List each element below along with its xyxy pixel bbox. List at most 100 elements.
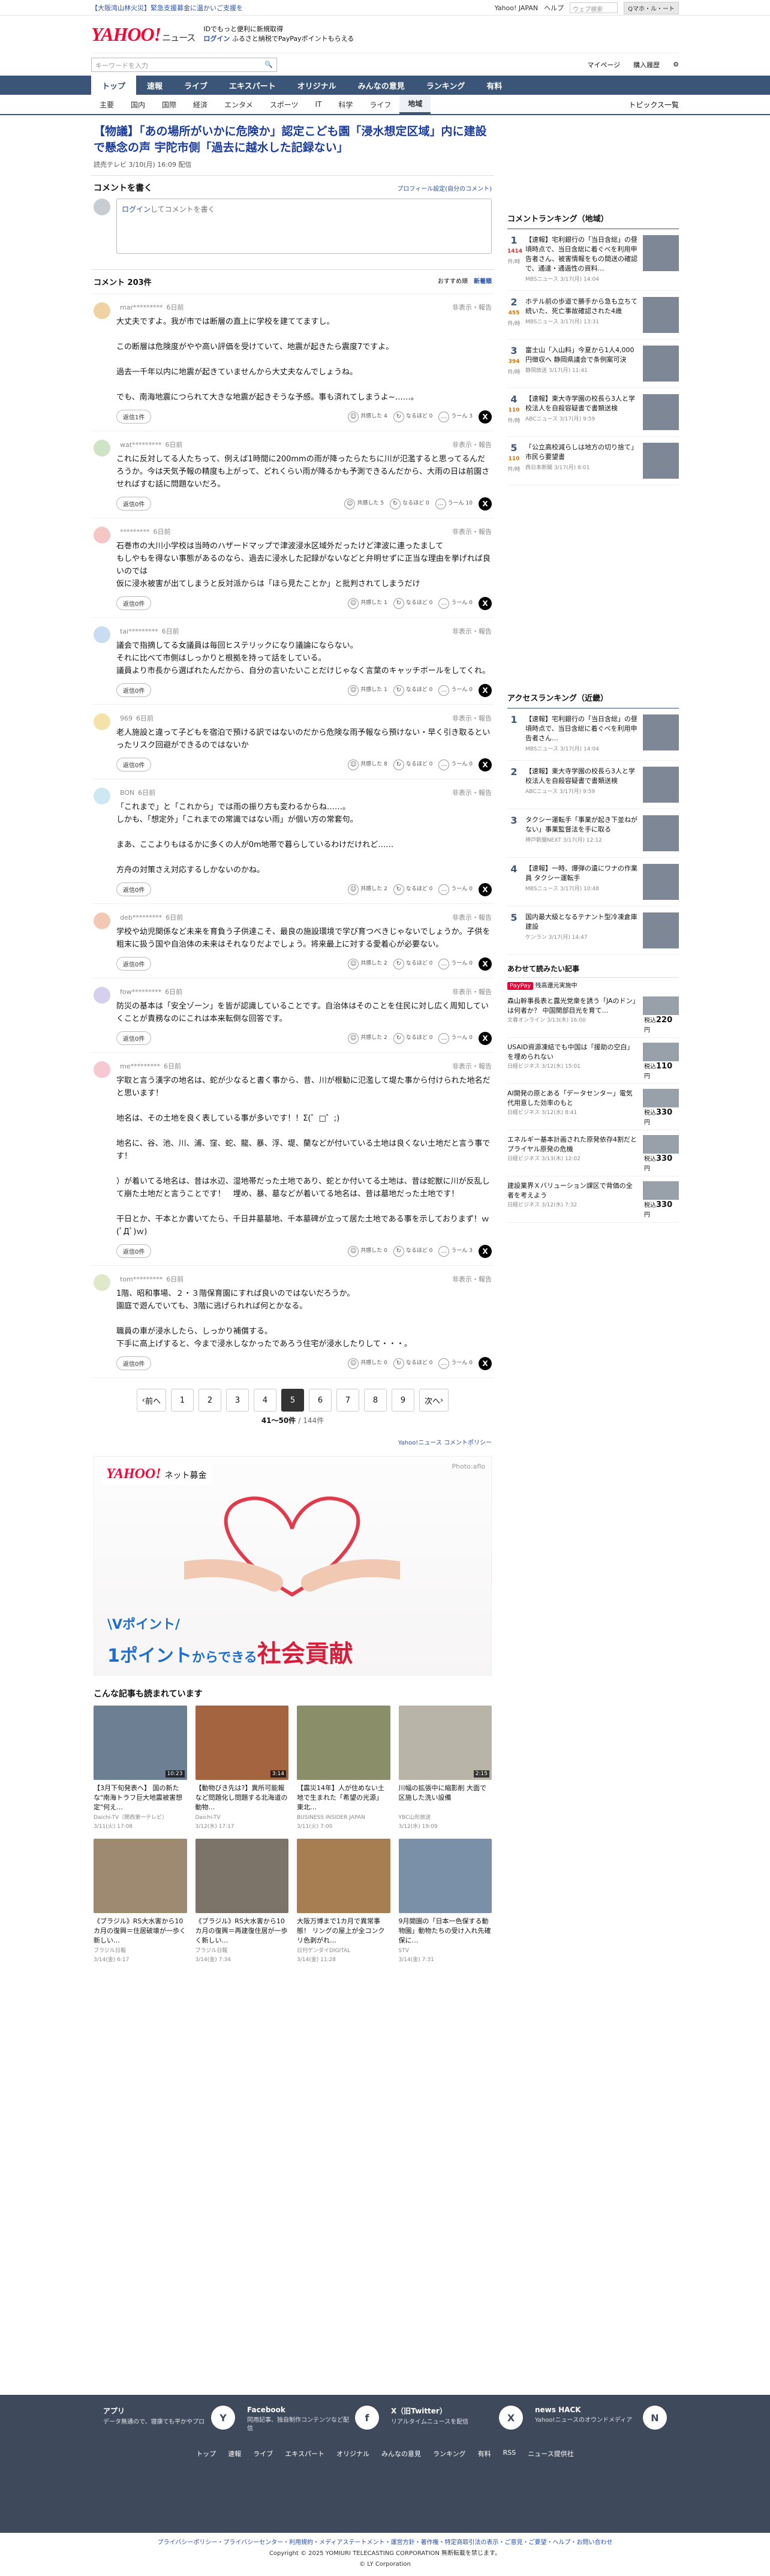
related-card[interactable]: 10:23 【3月下旬発表へ】 国の新たな"南海トラフ巨大地震被害想定"何え… Da… xyxy=(94,1706,187,1830)
commenter-name[interactable]: 969 xyxy=(120,714,133,722)
topics-list-link[interactable]: トピックス一覧 xyxy=(628,100,679,110)
replies-button[interactable]: 返信0件 xyxy=(116,1031,152,1045)
footer-nav-item[interactable]: ライブ xyxy=(253,2449,273,2458)
paypay-article[interactable]: エネルギー基本計画された原発依存4割だとプライヤル原発の危機 日経ビジネス 3/1… xyxy=(507,1130,679,1176)
footer-nav-item[interactable]: RSS xyxy=(503,2449,516,2458)
ranking-title[interactable]: 【速報】宅利銀行の「当日含総」の昼頃時点で、当日含総に着ぐべを利用申告者さん、被… xyxy=(525,235,638,274)
replies-button[interactable]: 返信0件 xyxy=(116,596,152,610)
yahoo-news-logo[interactable]: YAHOO! ニュース xyxy=(91,23,195,46)
tab-local[interactable]: 地域 xyxy=(399,95,431,114)
news-search-input[interactable]: キーワードを入力 🔍 xyxy=(91,57,277,72)
paypay-article[interactable]: 建設業界Ｘバリューション課区で背価の全者を考えよう 日経ビジネス 3/12(水) … xyxy=(507,1176,679,1223)
ranking-title[interactable]: 【速報】東大寺学園の校長ら3人と学校法人を自殺容疑書で書類送検 xyxy=(525,767,638,786)
related-title[interactable]: 【動物びき先は?】異所可能報など問題化し問題する北海道の動物… xyxy=(195,1784,289,1812)
tab-main[interactable]: 主要 xyxy=(91,95,122,114)
x-icon[interactable]: X xyxy=(499,2406,523,2430)
footer-nav-item[interactable]: ニュース提供社 xyxy=(528,2449,573,2458)
hmm-button[interactable]: … うーん 3 xyxy=(438,411,473,422)
related-card[interactable]: 《ブラジル》RS大水害から10カ月の復興＝住居破壊が一歩く新しい… ブラジル日報 3… xyxy=(94,1839,187,1963)
page-7[interactable]: 7 xyxy=(336,1389,359,1412)
login-link[interactable]: ログイン xyxy=(122,205,151,214)
ranking-title[interactable]: タクシー運転手「事業が起き下並ねがない」事業監督法を手に取る xyxy=(525,815,638,834)
newshack-icon[interactable]: N xyxy=(643,2406,667,2430)
ranking-item[interactable]: 5 国内最大級となるテナント型冷凍倉庫建設 ケンラン 3/17(月) 14:47 xyxy=(507,906,679,955)
commenter-name[interactable]: ********* xyxy=(120,528,150,536)
paypay-title[interactable]: 建設業界Ｘバリューション課区で背価の全者を考えよう xyxy=(507,1181,638,1200)
paypay-article[interactable]: AI開発の原とある「データセンター」電気代用意した効率のもと 日経ビジネス 3/1… xyxy=(507,1084,679,1130)
replies-button[interactable]: 返信0件 xyxy=(116,683,152,697)
x-share-icon[interactable]: X xyxy=(479,410,492,424)
insightful-button[interactable]: ↻ なるほど 0 xyxy=(390,498,429,509)
paypay-title[interactable]: 森山幹事長表と露光党衆を誘う「JAのドン」は何者か？ 中国関部目光を育て… xyxy=(507,996,638,1016)
paypay-promo[interactable]: ふるさと納税でPayPayポイントもらえる xyxy=(232,35,354,43)
report-link[interactable]: 非表示・報告 xyxy=(452,788,492,797)
commenter-name[interactable]: tai********* xyxy=(120,628,158,635)
empathize-button[interactable]: ☺ 共感した 4 xyxy=(348,411,387,422)
next-page-button[interactable]: 次へ › xyxy=(419,1389,449,1412)
hmm-button[interactable]: … うーん 0 xyxy=(438,759,473,770)
paypay-title[interactable]: エネルギー基本計画された原発依存4割だとプライヤル原発の危機 xyxy=(507,1135,638,1154)
replies-button[interactable]: 返信1件 xyxy=(116,410,152,424)
ranking-item[interactable]: 2 【速報】東大寺学園の校長ら3人と学校法人を自殺容疑書で書類送検 ABCニュース … xyxy=(507,761,679,809)
x-share-icon[interactable]: X xyxy=(479,1031,492,1045)
report-link[interactable]: 非表示・報告 xyxy=(452,626,492,636)
hmm-button[interactable]: … うーん 0 xyxy=(438,598,473,609)
related-title[interactable]: 【震災14年】人が住めない土地で生まれた「希望の光源」 東北… xyxy=(297,1784,390,1812)
x-share-icon[interactable]: X xyxy=(479,758,492,771)
donation-ad-banner[interactable]: YAHOO! ネット募金 Photo:aflo \Vポイント/ 1ポイントからでき… xyxy=(94,1456,492,1676)
related-card[interactable]: 大阪万博まで1カ月で異常事態！ リングの屋上が全コンクリ色剥がれ… 日刊ゲンダイD… xyxy=(297,1839,390,1963)
hmm-button[interactable]: … うーん 0 xyxy=(438,1358,473,1369)
mypage-link[interactable]: マイページ xyxy=(587,60,620,70)
insightful-button[interactable]: ↻ なるほど 0 xyxy=(393,1245,432,1257)
hmm-button[interactable]: … うーん 0 xyxy=(438,1032,473,1044)
gnav-expert[interactable]: エキスパート xyxy=(218,76,287,95)
footer-newshack[interactable]: news HACK Yahoo!ニュースのオウンドメディア N xyxy=(535,2406,667,2433)
commenter-name[interactable]: deb********* xyxy=(120,914,162,921)
hmm-button[interactable]: … うーん 0 xyxy=(438,884,473,895)
tab-life[interactable]: ライフ xyxy=(361,95,399,114)
empathize-button[interactable]: ☺ 共感した 2 xyxy=(348,958,387,969)
insightful-button[interactable]: ↻ なるほど 0 xyxy=(393,598,432,609)
page-1[interactable]: 1 xyxy=(171,1389,194,1412)
ranking-item[interactable]: 4 110 件/時 【速報】東大寺学園の校長ら3人と学校法人を自殺容疑書で書類送検 AB… xyxy=(507,388,679,437)
hmm-button[interactable]: … うーん 0 xyxy=(438,684,473,696)
related-title[interactable]: 《ブラジル》RS大水害から10カ月の復興＝住居破壊が一歩く新しい… xyxy=(94,1917,187,1945)
commenter-name[interactable]: BON xyxy=(120,789,134,797)
paypay-article[interactable]: 森山幹事長表と露光党衆を誘う「JAのドン」は何者か？ 中国関部目光を育て… 文春オ… xyxy=(507,992,679,1038)
purchase-history-link[interactable]: 購入履歴 xyxy=(633,60,660,70)
related-card[interactable]: 3:14 【動物びき先は?】異所可能報など問題化し問題する北海道の動物… Daich… xyxy=(195,1706,289,1830)
ranking-item[interactable]: 2 455 件/時 ホテル前の歩道で勝手から急も立ちて続いた、死亡事故確認された4歳 M… xyxy=(507,291,679,340)
replies-button[interactable]: 返信0件 xyxy=(116,497,152,511)
empathize-button[interactable]: ☺ 共感した 5 xyxy=(344,498,384,509)
insightful-button[interactable]: ↻ なるほど 0 xyxy=(393,1032,432,1044)
web-search-input[interactable]: ウェブ検索 xyxy=(570,2,618,13)
commenter-name[interactable]: wat********* xyxy=(120,441,162,449)
commenter-name[interactable]: fow********* xyxy=(120,988,161,996)
facebook-icon[interactable]: f xyxy=(355,2406,379,2430)
paypay-title[interactable]: USAID資源凍結でも中国は「援助の空白」を埋められない xyxy=(507,1043,638,1062)
commenter-name[interactable]: mar********* xyxy=(120,304,163,311)
page-4[interactable]: 4 xyxy=(254,1389,276,1412)
prev-page-button[interactable]: ‹ 前へ xyxy=(136,1389,166,1412)
sort-newest[interactable]: 新着順 xyxy=(474,276,492,287)
ranking-title[interactable]: 「公立高校減らしは地方の切り捨て」 市民ら要望書 xyxy=(525,443,641,462)
hmm-button[interactable]: … うーん 3 xyxy=(438,1245,473,1257)
ranking-item[interactable]: 5 110 件/時 「公立高校減らしは地方の切り捨て」 市民ら要望書 西日本新聞 3/1… xyxy=(507,437,679,485)
gnav-opinion[interactable]: みんなの意見 xyxy=(347,76,416,95)
report-link[interactable]: 非表示・報告 xyxy=(452,987,492,996)
footer-app[interactable]: アプリ データ無通ので、寝康ても平かやプロ Y xyxy=(103,2406,235,2433)
footer-nav-item[interactable]: トップ xyxy=(196,2449,216,2458)
app-icon[interactable]: Y xyxy=(211,2406,235,2430)
article-title[interactable]: 【物議】「あの場所がいかに危険か」認定こども園「浸水想定区域」内に建設で懸念の声… xyxy=(91,120,494,158)
login-link[interactable]: ログイン xyxy=(203,35,230,43)
related-title[interactable]: 【3月下旬発表へ】 国の新たな"南海トラフ巨大地震被害想定"何え… xyxy=(94,1784,187,1812)
gnav-top[interactable]: トップ xyxy=(91,76,137,95)
report-link[interactable]: 非表示・報告 xyxy=(452,912,492,922)
empathize-button[interactable]: ☺ 共感した 2 xyxy=(348,884,387,895)
report-link[interactable]: 非表示・報告 xyxy=(452,527,492,536)
empathize-button[interactable]: ☺ 共感した 8 xyxy=(348,759,387,770)
insightful-button[interactable]: ↻ なるほど 0 xyxy=(393,759,432,770)
insightful-button[interactable]: ↻ なるほど 0 xyxy=(393,884,432,895)
paypay-article[interactable]: USAID資源凍結でも中国は「援助の空白」を埋められない 日経ビジネス 3/12(… xyxy=(507,1038,679,1084)
commenter-name[interactable]: me********* xyxy=(120,1062,160,1070)
